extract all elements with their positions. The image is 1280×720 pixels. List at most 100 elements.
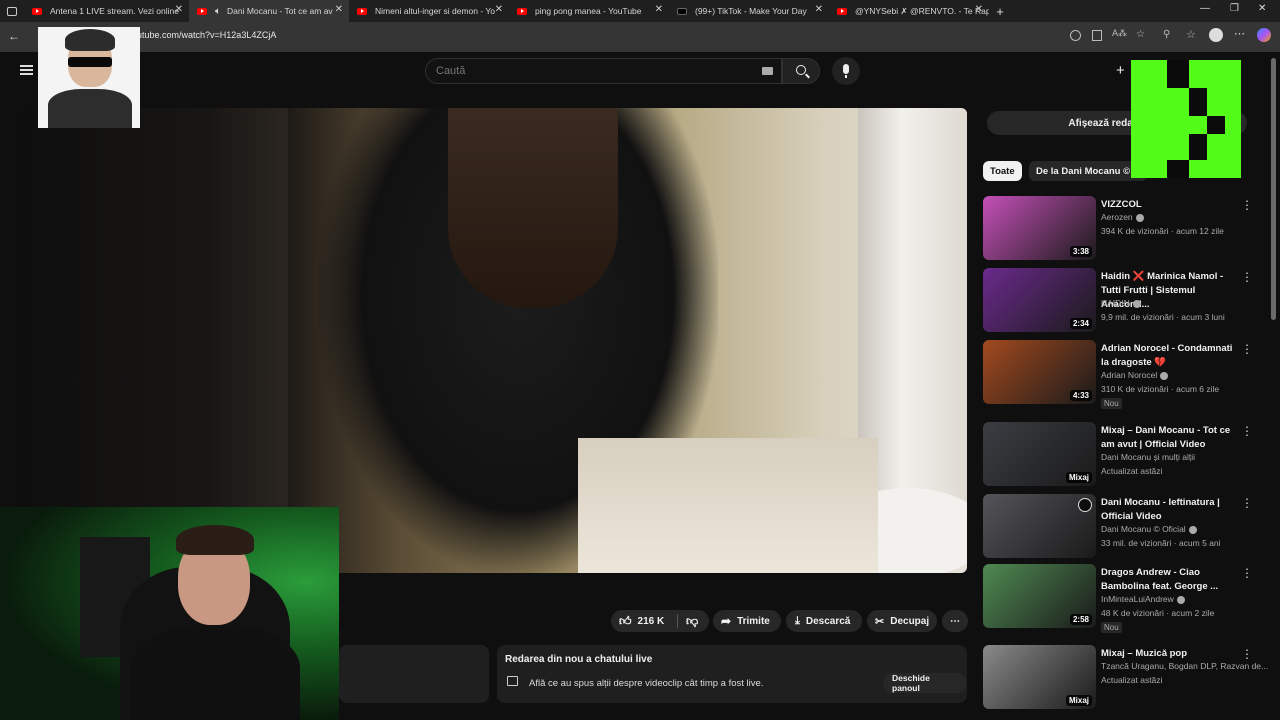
browser-tab[interactable]: (99+) TikTok - Make Your Day ✕ <box>669 0 829 22</box>
browser-extension-icon[interactable] <box>1070 30 1081 41</box>
recommendation-channel[interactable]: Dani Mocanu © Oficial <box>1101 524 1197 534</box>
menu-icon[interactable] <box>20 65 33 75</box>
recommendation-channel[interactable]: Adrian Norocel <box>1101 370 1169 380</box>
clip-button[interactable]: ✂ Decupaj <box>867 610 937 632</box>
keyboard-icon[interactable] <box>762 67 773 75</box>
recommendation-item[interactable]: 3:38 VIZZCOL Aerozen 394 K de vizionări · a… <box>983 196 1253 264</box>
create-icon[interactable]: + <box>1116 62 1125 79</box>
more-vertical-icon[interactable]: ⋮ <box>1241 198 1253 212</box>
webcam-person-shirt <box>130 625 300 720</box>
more-actions-button[interactable]: ⋯ <box>942 610 968 632</box>
recommendation-item[interactable]: Mixaj Mixaj – Muzică pop Tzancă Uraganu, B… <box>983 645 1268 713</box>
video-thumbnail[interactable]: 4:33 <box>983 340 1096 404</box>
thumbs-up-icon: 👍︎ <box>619 613 632 628</box>
reading-mode-icon[interactable]: ☆ <box>1136 29 1145 40</box>
more-vertical-icon[interactable]: ⋮ <box>1241 566 1253 580</box>
video-player[interactable] <box>18 108 967 573</box>
recommendation-channel[interactable]: Dani Mocanu și mulți alții <box>1101 452 1195 462</box>
address-bar-url[interactable]: utube.com/watch?v=H12a3L4ZCjA <box>137 30 276 40</box>
favorites-icon[interactable]: ☆ <box>1186 28 1196 41</box>
chip-all[interactable]: Toate <box>983 161 1022 181</box>
download-label: Descarcă <box>805 615 851 627</box>
open-panel-button[interactable]: Deschide panoul <box>883 673 967 693</box>
browser-tab[interactable]: Nimeni altul-inger si demon - Yo ✕ <box>349 0 509 22</box>
browser-tab[interactable]: @YNYSebi ✗ @RENVTO. - Te Rap ✕ <box>829 0 989 22</box>
more-vertical-icon[interactable]: ⋮ <box>1241 342 1253 356</box>
close-tab-icon[interactable]: ✕ <box>975 4 983 15</box>
recommendation-item[interactable]: Dani Mocanu - Ieftinatura | Official Vid… <box>983 494 1253 562</box>
copilot-icon[interactable] <box>1257 28 1271 42</box>
page-scrollbar[interactable] <box>1271 58 1276 320</box>
profile-avatar[interactable] <box>1209 28 1223 42</box>
browser-tab[interactable]: Antena 1 LIVE stream. Vezi online ✕ <box>24 0 189 22</box>
more-vertical-icon[interactable]: ⋮ <box>1241 647 1253 661</box>
more-vertical-icon[interactable]: ⋮ <box>1241 496 1253 510</box>
recommendation-channel[interactable]: InMinteaLuiAndrew <box>1101 594 1185 604</box>
dislike-button[interactable]: 👎︎ <box>678 614 698 629</box>
recommendation-channel[interactable]: Tzancă Uraganu, Bogdan DLP, Razvan de... <box>1101 661 1268 671</box>
recommendation-meta: 9,9 mil. de vizionări · acum 3 luni <box>1101 312 1225 322</box>
close-tab-icon[interactable]: ✕ <box>655 4 663 15</box>
speaker-icon[interactable]: 🔈︎ <box>215 6 221 17</box>
more-vertical-icon[interactable]: ⋮ <box>1241 270 1253 284</box>
close-tab-icon[interactable]: ✕ <box>815 4 823 15</box>
video-thumbnail[interactable]: 2:58 <box>983 564 1096 628</box>
recommendation-title[interactable]: VIZZCOL <box>1101 198 1241 212</box>
kick-logo <box>1131 60 1241 178</box>
verified-icon <box>1188 525 1197 534</box>
verified-icon <box>1132 299 1141 308</box>
video-thumbnail[interactable]: Mixaj <box>983 645 1096 709</box>
share-icon: ➦ <box>721 614 732 628</box>
minimize-icon[interactable]: — <box>1200 3 1210 14</box>
verified-icon <box>1135 213 1144 222</box>
new-tab-button[interactable]: + <box>989 0 1011 22</box>
recommendation-item[interactable]: 4:33 Adrian Norocel - Condamnati la drago… <box>983 340 1253 409</box>
video-thumbnail[interactable]: Mixaj <box>983 422 1096 486</box>
close-tab-icon[interactable]: ✕ <box>175 4 183 15</box>
verified-icon <box>1160 371 1169 380</box>
close-tab-icon[interactable]: ✕ <box>495 4 503 15</box>
video-duration: 2:34 <box>1069 318 1092 329</box>
recommendation-title[interactable]: Dani Mocanu - Ieftinatura | Official Vid… <box>1101 496 1241 524</box>
recommendation-title[interactable]: Dragos Andrew - Ciao Bambolina feat. Geo… <box>1101 566 1241 594</box>
close-window-icon[interactable]: ✕ <box>1258 3 1266 14</box>
recommendation-channel[interactable]: HAIDIN <box>1101 298 1141 308</box>
video-duration: Mixaj <box>1065 472 1092 483</box>
close-tab-icon[interactable]: ✕ <box>335 4 343 15</box>
maximize-icon[interactable]: ❐ <box>1230 3 1239 14</box>
voice-search-button[interactable] <box>832 57 860 85</box>
browser-tab[interactable]: ping pong manea - YouTube ✕ <box>509 0 669 22</box>
chip-from-channel[interactable]: De la Dani Mocanu © C <box>1029 161 1147 181</box>
search-input[interactable] <box>436 65 736 77</box>
more-options-icon[interactable]: ⋯ <box>1234 27 1245 40</box>
video-thumbnail[interactable] <box>983 494 1096 558</box>
recommendation-item[interactable]: Mixaj Mixaj – Dani Mocanu - Tot ce am avu… <box>983 422 1253 490</box>
recommendation-title[interactable]: Mixaj – Muzică pop <box>1101 647 1241 661</box>
watch-later-icon[interactable] <box>1078 498 1092 512</box>
recommendation-channel[interactable]: Aerozen <box>1101 212 1144 222</box>
share-button[interactable]: ➦ Trimite <box>713 610 781 632</box>
search-button[interactable] <box>782 58 820 84</box>
recommendation-meta: 394 K de vizionări · acum 12 zile <box>1101 226 1224 236</box>
tiktok-icon <box>677 7 687 15</box>
video-thumbnail[interactable]: 2:34 <box>983 268 1096 332</box>
channel-name: Adrian Norocel <box>1101 370 1158 380</box>
recommendation-item[interactable]: 2:34 Haidin ❌ Marinica Namol - Tutti Frut… <box>983 268 1253 336</box>
more-vertical-icon[interactable]: ⋮ <box>1241 424 1253 438</box>
recommendation-title[interactable]: Adrian Norocel - Condamnati la dragoste … <box>1101 342 1241 370</box>
tab-actions-icon[interactable] <box>0 0 24 22</box>
browser-extension-icon[interactable] <box>1092 30 1102 41</box>
video-frame-bathtub <box>578 438 878 573</box>
translate-icon[interactable]: A⁂ <box>1112 28 1127 39</box>
microphone-icon <box>843 64 849 74</box>
recommendation-item[interactable]: 2:58 Dragos Andrew - Ciao Bambolina feat.… <box>983 564 1253 633</box>
extensions-icon[interactable]: ⚲ <box>1163 29 1170 40</box>
clip-label: Decupaj <box>890 615 930 627</box>
download-button[interactable]: ⤓ Descarcă <box>786 610 862 632</box>
back-arrow-icon[interactable]: ← <box>8 29 20 43</box>
recommendation-title[interactable]: Mixaj – Dani Mocanu - Tot ce am avut | O… <box>1101 424 1241 452</box>
video-thumbnail[interactable]: 3:38 <box>983 196 1096 260</box>
browser-tab-active[interactable]: 🔈︎ Dani Mocanu - Tot ce am av ✕ <box>189 0 349 22</box>
tab-title: Antena 1 LIVE stream. Vezi online <box>50 6 179 16</box>
like-button[interactable]: 👍︎ 216 K <box>611 614 677 629</box>
